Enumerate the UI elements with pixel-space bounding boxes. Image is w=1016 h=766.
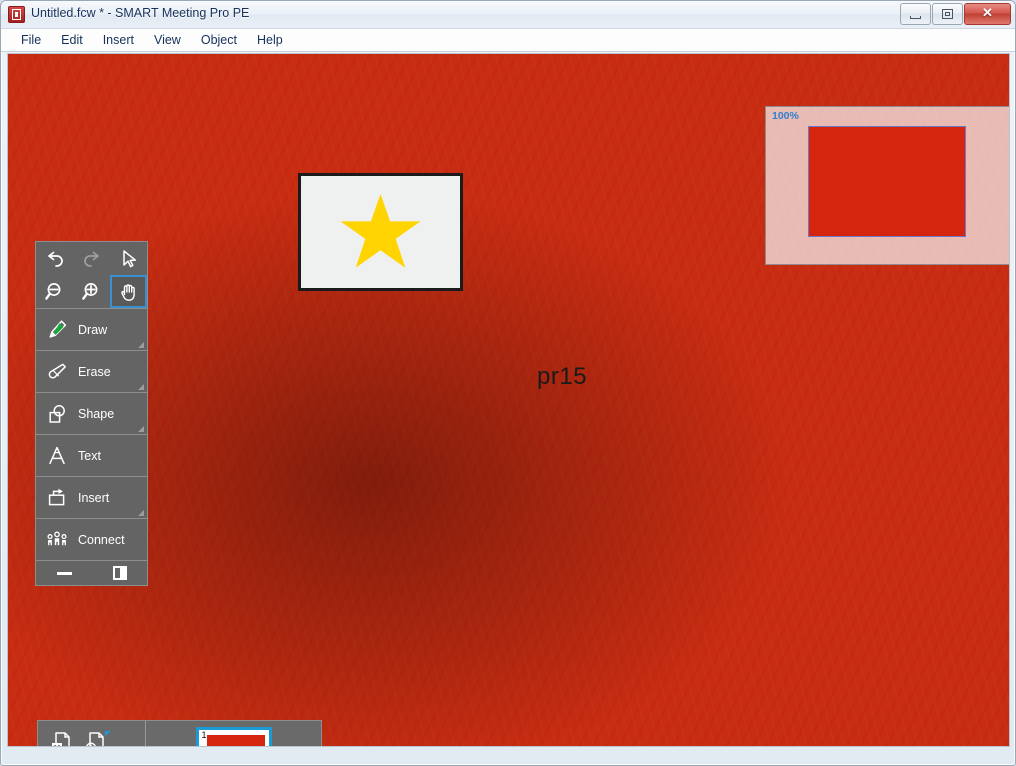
menu-bar: File Edit Insert View Object Help [1,29,1015,52]
tool-row-insert[interactable]: Insert [36,477,147,519]
window-controls: ✕ [900,3,1011,25]
overview-thumbnail-image [809,127,965,236]
tool-row-shape[interactable]: Shape [36,393,147,435]
tool-label-connect: Connect [78,532,125,547]
text-a-icon [36,443,78,469]
page-thumbnail-image [206,735,265,746]
delete-page-icon[interactable] [48,729,76,746]
tool-label-shape: Shape [78,406,115,421]
tool-row-draw[interactable]: Draw [36,309,147,351]
navigation-panel[interactable]: 100% [765,106,1009,265]
tool-label-text: Text [78,448,101,463]
text-object[interactable]: pr15 [537,363,587,391]
page-thumbnail-strip: 1 [146,721,321,746]
connect-people-icon [36,527,78,553]
star-icon [340,194,421,268]
minimize-dash-icon[interactable] [56,571,72,575]
redo-button[interactable] [73,242,110,275]
tool-row-erase[interactable]: Erase [36,351,147,393]
tool-row-text[interactable]: Text [36,435,147,477]
tool-row-connect[interactable]: Connect [36,519,147,561]
main-window: Untitled.fcw * - SMART Meeting Pro PE ✕ … [0,0,1016,766]
panel-toggle-icon[interactable] [112,566,127,580]
eraser-icon [36,359,78,385]
menu-item-file[interactable]: File [11,31,51,49]
canvas-workspace[interactable]: pr15 100% Draw Erase Shape Text Insert C… [7,53,1010,747]
zoom-in-button[interactable] [73,275,110,308]
menu-item-edit[interactable]: Edit [51,31,93,49]
zoom-level-label: 100% [772,110,799,122]
menu-item-help[interactable]: Help [247,31,293,49]
menu-item-view[interactable]: View [144,31,191,49]
restore-button[interactable] [932,3,963,25]
title-bar: Untitled.fcw * - SMART Meeting Pro PE ✕ [1,1,1015,29]
minimize-icon [910,16,921,19]
menu-item-object[interactable]: Object [191,31,247,49]
magnifier-minus-icon [43,280,67,304]
pen-icon [36,317,78,343]
application-window: Untitled.fcw * - SMART Meeting Pro PE ✕ … [0,0,1016,766]
submenu-corner-icon [138,510,144,516]
minimize-button[interactable] [900,3,931,25]
tool-palette: Draw Erase Shape Text Insert Connect [35,241,148,586]
undo-button[interactable] [36,242,73,275]
smart-meeting-pro-icon [8,6,25,23]
shapes-icon [36,401,78,427]
redo-arrow-icon [81,248,103,270]
tool-label-erase: Erase [78,364,111,379]
undo-arrow-icon [44,248,66,270]
magnifier-plus-icon [80,280,104,304]
select-tool-button[interactable] [110,242,147,275]
tool-label-draw: Draw [78,322,108,337]
restore-icon [942,9,953,19]
tool-palette-top-grid [36,242,147,309]
page-thumbnail-flower [207,735,265,746]
tool-palette-footer [36,561,147,585]
hand-icon [117,280,141,304]
canvas-overview-thumbnail[interactable] [808,126,966,237]
page-thumbnail-1[interactable]: 1 [195,727,272,746]
close-icon: ✕ [982,5,993,20]
page-number-label: 1 [201,730,207,740]
menu-item-insert[interactable]: Insert [93,31,144,49]
cursor-arrow-icon [118,248,140,270]
add-page-icon[interactable] [82,729,112,746]
star-shape-object[interactable] [298,173,463,291]
submenu-corner-icon [138,384,144,390]
tool-label-insert: Insert [78,490,110,505]
zoom-out-button[interactable] [36,275,73,308]
pan-tool-button[interactable] [110,275,147,308]
page-bar: 1/1 1 [37,720,322,746]
close-button[interactable]: ✕ [964,3,1011,25]
submenu-corner-icon [138,426,144,432]
window-title: Untitled.fcw * - SMART Meeting Pro PE [31,6,250,20]
insert-image-icon [36,485,78,511]
page-controls: 1/1 [38,721,146,746]
submenu-corner-icon [138,342,144,348]
